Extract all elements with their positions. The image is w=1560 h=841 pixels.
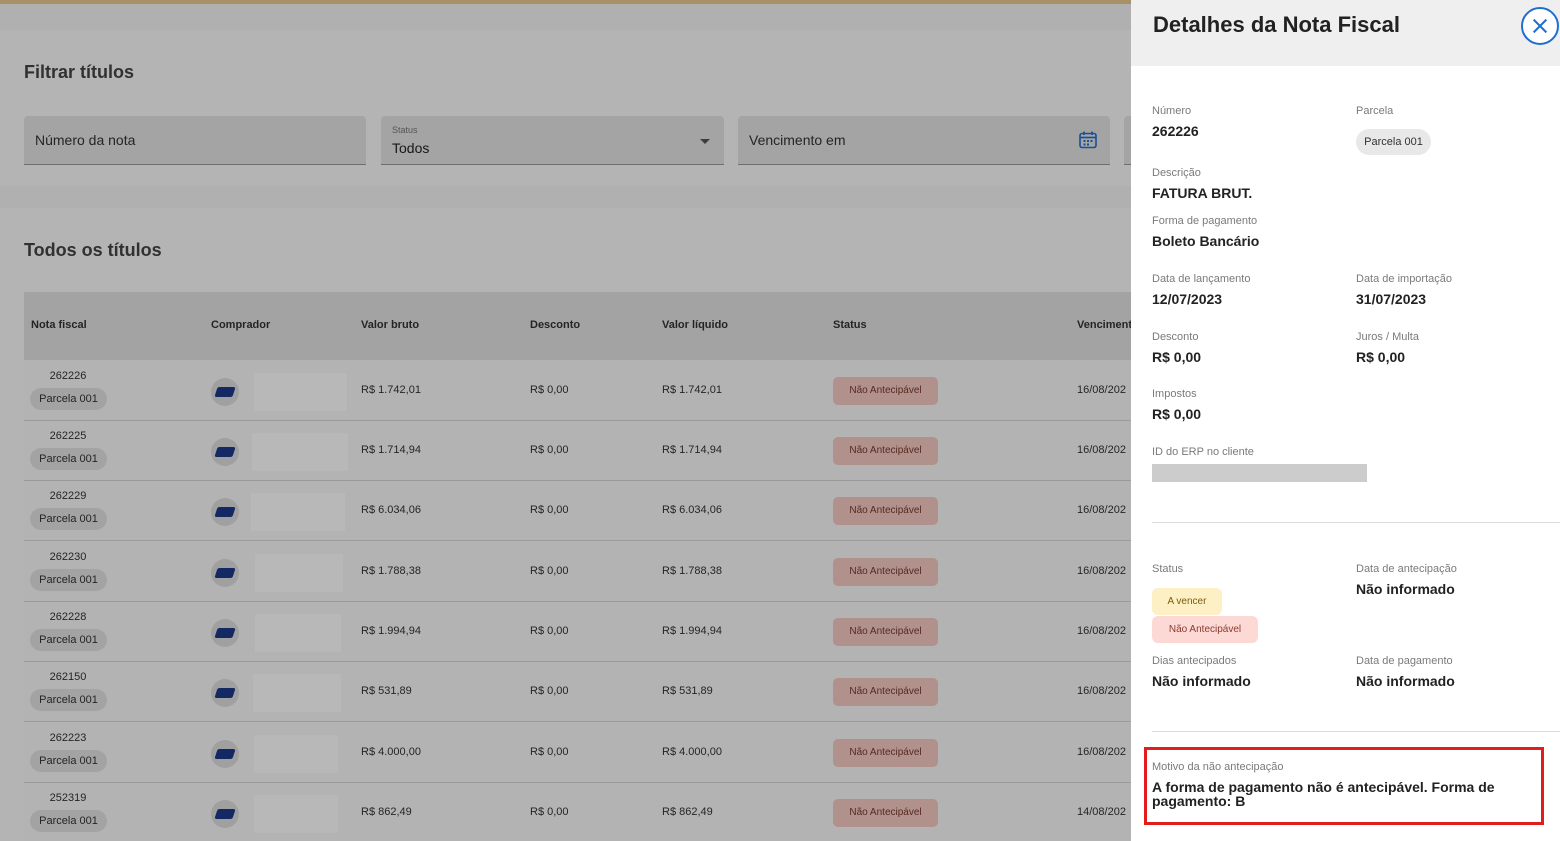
desconto-value: R$ 0,00 [1152, 349, 1202, 365]
data-lancamento-label: Data de lançamento [1152, 273, 1251, 285]
data-antecipacao-value: Não informado [1356, 581, 1455, 597]
forma-pagamento-value: Boleto Bancário [1152, 233, 1260, 249]
motivo-label: Motivo da não antecipação [1152, 761, 1284, 773]
data-importacao-value: 31/07/2023 [1356, 291, 1427, 307]
data-antecipacao-label: Data de antecipação [1356, 563, 1457, 575]
descricao-label: Descrição [1152, 167, 1201, 179]
status-badge-nao-antecipavel: Não Antecipável [1152, 616, 1258, 643]
data-pagamento-label: Data de pagamento [1356, 655, 1453, 667]
erp-id-label: ID do ERP no cliente [1152, 446, 1254, 458]
data-importacao-label: Data de importação [1356, 273, 1452, 285]
motivo-value: A forma de pagamento não é antecipável. … [1152, 779, 1495, 809]
close-icon[interactable] [1521, 7, 1559, 45]
section-divider [1152, 522, 1560, 523]
section-divider [1152, 731, 1560, 732]
status-label: Status [1152, 563, 1184, 575]
desconto-label: Desconto [1152, 331, 1199, 343]
modal-backdrop[interactable] [0, 0, 1131, 841]
forma-pagamento-label: Forma de pagamento [1152, 215, 1258, 227]
impostos-label: Impostos [1152, 388, 1197, 400]
parcela-label: Parcela [1356, 105, 1394, 117]
dias-antecipados-value: Não informado [1152, 673, 1251, 689]
dias-antecipados-label: Dias antecipados [1152, 655, 1237, 667]
status-badge-a-vencer: A vencer [1152, 588, 1222, 615]
erp-id-redacted [1152, 464, 1367, 482]
juros-multa-label: Juros / Multa [1356, 331, 1419, 343]
juros-multa-value: R$ 0,00 [1356, 349, 1406, 365]
numero-label: Número [1152, 105, 1192, 117]
data-pagamento-value: Não informado [1356, 673, 1455, 689]
drawer-header: Detalhes da Nota Fiscal [1131, 0, 1560, 66]
numero-value: 262226 [1152, 123, 1199, 139]
descricao-value: FATURA BRUT. [1152, 185, 1253, 201]
details-drawer: Detalhes da Nota Fiscal Número 262226 Pa… [1131, 0, 1560, 841]
parcela-chip: Parcela 001 [1356, 129, 1431, 155]
data-lancamento-value: 12/07/2023 [1152, 291, 1223, 307]
impostos-value: R$ 0,00 [1152, 406, 1202, 422]
drawer-title: Detalhes da Nota Fiscal [1153, 12, 1400, 37]
